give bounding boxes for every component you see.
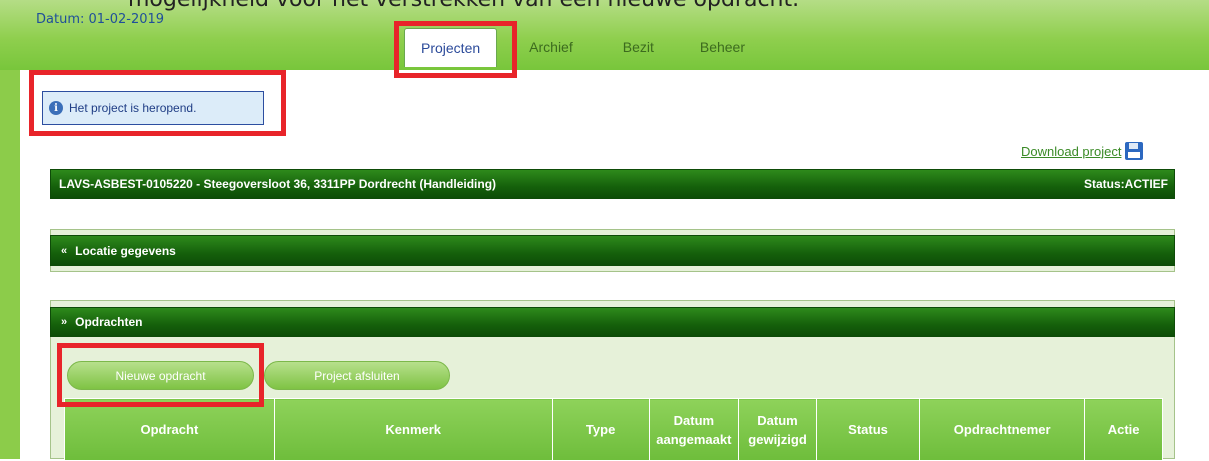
floppy-disk-icon[interactable] — [1125, 142, 1144, 160]
tab-archief[interactable]: Archief — [509, 28, 593, 66]
table-header-row: Opdracht Kenmerk Type Datum aangemaakt D… — [64, 398, 1163, 461]
opdrachten-section-label: Opdrachten — [75, 315, 143, 329]
tab-bezit[interactable]: Bezit — [603, 28, 674, 66]
locatie-section-label: Locatie gegevens — [75, 243, 176, 258]
column-header-actie[interactable]: Actie — [1084, 398, 1163, 461]
project-header-bar: LAVS-ASBEST-0105220 - Steegoversloot 36,… — [50, 169, 1175, 199]
tab-beheer[interactable]: Beheer — [680, 28, 765, 66]
opdrachten-section-header[interactable]: » Opdrachten — [50, 307, 1175, 337]
highlight-notice — [29, 70, 286, 136]
current-date: Datum: 01-02-2019 — [36, 12, 165, 27]
frame-left — [0, 70, 20, 459]
download-project-link[interactable]: Download project — [1021, 144, 1121, 159]
column-header-opdrachtnemer[interactable]: Opdrachtnemer — [919, 398, 1086, 461]
column-header-type[interactable]: Type — [551, 398, 650, 461]
project-status: Status:ACTIEF — [1084, 177, 1168, 191]
close-project-button[interactable]: Project afsluiten — [264, 361, 450, 390]
column-header-opdracht[interactable]: Opdracht — [64, 398, 275, 461]
chevron-double-down-icon: » — [61, 316, 68, 328]
highlight-tab-projecten — [394, 21, 517, 78]
column-header-datum-gewijzigd[interactable]: Datum gewijzigd — [738, 398, 817, 461]
column-header-kenmerk[interactable]: Kenmerk — [273, 398, 553, 461]
column-header-datum-aangemaakt[interactable]: Datum aangemaakt — [648, 398, 740, 461]
column-header-status[interactable]: Status — [815, 398, 921, 461]
highlight-new-assignment — [57, 343, 264, 407]
assignments-table: Opdracht Kenmerk Type Datum aangemaakt D… — [64, 398, 1163, 461]
chevron-double-up-icon: « — [61, 244, 68, 257]
download-project[interactable]: Download project — [1021, 142, 1144, 160]
document-caption: mogelijkheid voor het verstrekken van ee… — [128, 0, 799, 12]
project-title: LAVS-ASBEST-0105220 - Steegoversloot 36,… — [59, 177, 497, 191]
locatie-section-header[interactable]: « Locatie gegevens — [50, 235, 1175, 266]
